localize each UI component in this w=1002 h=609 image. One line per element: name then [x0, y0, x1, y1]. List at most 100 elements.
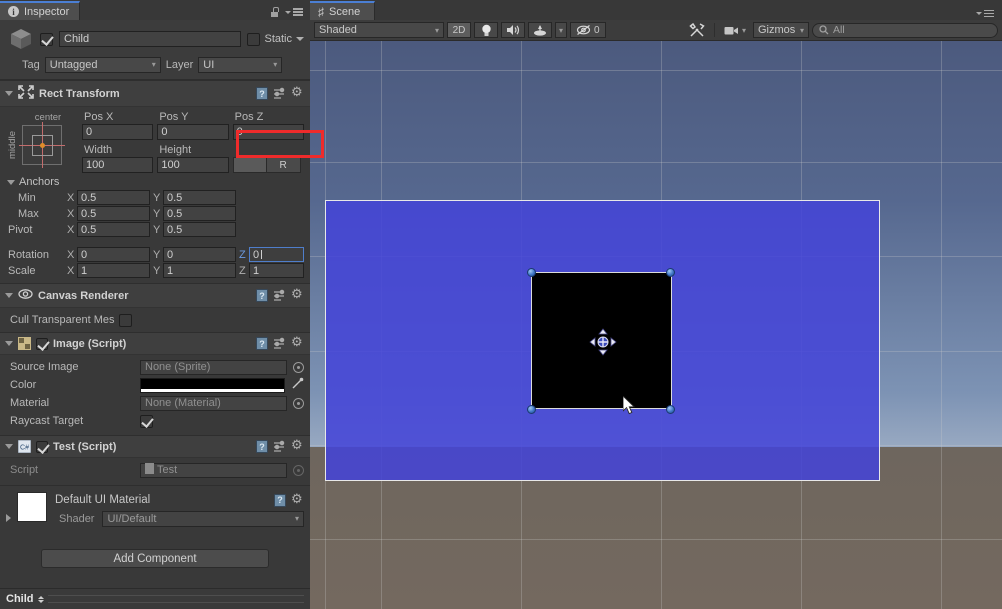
anchors-section[interactable]: Anchors — [6, 173, 304, 189]
hamburger-menu-icon[interactable] — [285, 8, 303, 16]
anchor-max-x-input[interactable]: 0.5 — [77, 206, 150, 221]
resize-handle-bottom-left[interactable] — [526, 404, 536, 414]
gear-icon[interactable] — [291, 492, 304, 507]
resize-handle-top-right[interactable] — [665, 267, 675, 277]
shading-mode-dropdown[interactable]: Shaded ▾ — [314, 22, 444, 38]
effects-toggle-button[interactable] — [528, 22, 552, 38]
pos-y-input[interactable]: 0 — [157, 124, 229, 140]
help-icon[interactable]: ? — [274, 493, 286, 507]
anchor-min-x-input[interactable]: 0.5 — [77, 190, 150, 205]
camera-icon — [724, 26, 738, 34]
preset-icon[interactable] — [273, 87, 286, 100]
chevron-down-icon[interactable] — [296, 37, 304, 41]
rotation-y-input[interactable]: 0 — [163, 247, 236, 262]
lighting-toggle-button[interactable] — [474, 22, 498, 38]
source-image-label: Source Image — [10, 361, 79, 373]
raw-edit-mode-button[interactable]: R — [266, 157, 301, 173]
anchor-preset-widget[interactable]: center middle — [6, 110, 78, 173]
color-swatch[interactable] — [140, 377, 285, 393]
component-title: Test (Script) — [53, 440, 117, 453]
collapse-triangle-icon[interactable] — [5, 341, 13, 346]
preset-icon[interactable] — [273, 440, 286, 453]
camera-button[interactable]: ▾ — [720, 22, 750, 38]
add-component-button[interactable]: Add Component — [41, 549, 269, 568]
height-input[interactable]: 100 — [157, 157, 229, 173]
status-bar-object-name: Child — [6, 593, 34, 605]
object-picker-icon[interactable] — [293, 361, 304, 373]
gizmos-dropdown[interactable]: Gizmos ▾ — [753, 22, 809, 38]
lock-icon[interactable] — [270, 7, 279, 17]
audio-toggle-button[interactable] — [501, 22, 525, 38]
pivot-y-input[interactable]: 0.5 — [163, 222, 236, 237]
preset-icon[interactable] — [273, 289, 286, 302]
static-checkbox[interactable] — [247, 32, 261, 46]
raycast-target-checkbox[interactable] — [140, 414, 153, 428]
source-image-field[interactable]: None (Sprite) — [140, 359, 287, 375]
cull-transparent-mesh-checkbox[interactable] — [118, 313, 132, 327]
component-header-rect-transform[interactable]: Rect Transform ? — [0, 80, 310, 107]
preset-icon[interactable] — [273, 337, 286, 350]
effects-dropdown-button[interactable]: ▾ — [555, 22, 567, 38]
width-input[interactable]: 100 — [82, 157, 154, 173]
rotation-x-input[interactable]: 0 — [77, 247, 150, 262]
test-enabled-checkbox[interactable] — [36, 440, 48, 453]
tab-inspector[interactable]: i Inspector — [0, 1, 81, 20]
shader-dropdown[interactable]: UI/Default ▾ — [102, 511, 304, 527]
svg-text:C#: C# — [20, 445, 29, 452]
help-icon[interactable]: ? — [256, 440, 268, 453]
toggle-2d-button[interactable]: 2D — [447, 22, 471, 38]
tab-scene[interactable]: ♯ Scene — [310, 1, 376, 20]
rotation-z-input[interactable]: 0 — [249, 247, 304, 262]
collapse-triangle-icon[interactable] — [5, 293, 13, 298]
status-bar-stepper-icon[interactable] — [37, 595, 44, 603]
scene-search-input[interactable]: All — [812, 22, 998, 38]
scene-viewport[interactable] — [310, 41, 1002, 609]
blueprint-mode-button[interactable] — [232, 157, 267, 173]
scale-x-input[interactable]: 1 — [77, 263, 150, 278]
chevron-down-icon: ▾ — [741, 25, 746, 35]
object-picker-icon[interactable] — [293, 397, 304, 409]
anchor-min-y-input[interactable]: 0.5 — [163, 190, 236, 205]
gizmos-label: Gizmos — [758, 24, 796, 36]
pos-z-input[interactable]: 0 — [232, 124, 304, 140]
expand-triangle-icon[interactable] — [6, 514, 11, 522]
gear-icon[interactable] — [291, 85, 304, 100]
tools-button[interactable] — [685, 22, 709, 38]
anchor-max-y-input[interactable]: 0.5 — [163, 206, 236, 221]
scale-z-input[interactable]: 1 — [249, 263, 304, 278]
component-header-test[interactable]: C# Test (Script) ? — [0, 435, 310, 458]
gameobject-name-field[interactable]: Child — [59, 31, 242, 47]
pivot-x-input[interactable]: 0.5 — [77, 222, 150, 237]
gear-icon[interactable] — [291, 438, 304, 453]
anchor-preset-box[interactable] — [19, 122, 65, 168]
move-gizmo-icon[interactable] — [589, 328, 617, 356]
material-swatch — [17, 492, 47, 522]
scale-y-input[interactable]: 1 — [163, 263, 236, 278]
image-enabled-checkbox[interactable] — [36, 337, 48, 350]
scene-visibility-button[interactable]: 0 — [570, 22, 606, 38]
gear-icon[interactable] — [291, 287, 304, 302]
resize-handle-top-left[interactable] — [526, 267, 536, 277]
static-toggle-group[interactable]: Static — [247, 32, 304, 46]
collapse-triangle-icon[interactable] — [7, 179, 15, 185]
layer-dropdown[interactable]: UI ▾ — [198, 57, 283, 73]
gameobject-enabled-checkbox[interactable] — [40, 32, 53, 46]
component-header-canvas-renderer[interactable]: Canvas Renderer ? — [0, 283, 310, 308]
collapse-triangle-icon[interactable] — [5, 444, 13, 449]
unity-editor-window: i Inspector Child Static Tag Untagged ▾ … — [0, 0, 1002, 609]
tag-dropdown[interactable]: Untagged ▾ — [44, 57, 161, 73]
help-icon[interactable]: ? — [256, 337, 268, 350]
resize-handle-bottom-right[interactable] — [665, 404, 675, 414]
collapse-triangle-icon[interactable] — [5, 91, 13, 96]
eyedropper-icon[interactable] — [291, 377, 304, 393]
inspector-tabbar: i Inspector — [0, 0, 310, 20]
material-field[interactable]: None (Material) — [140, 395, 287, 411]
component-header-image[interactable]: Image (Script) ? — [0, 332, 310, 355]
grid-line-h — [310, 162, 1002, 163]
help-icon[interactable]: ? — [256, 87, 268, 100]
pos-x-input[interactable]: 0 — [82, 124, 154, 140]
hamburger-menu-icon[interactable] — [976, 9, 994, 17]
help-icon[interactable]: ? — [256, 289, 268, 302]
rotation-row: Rotation X 0 Y 0 Z 0 — [6, 247, 304, 262]
gear-icon[interactable] — [291, 335, 304, 350]
